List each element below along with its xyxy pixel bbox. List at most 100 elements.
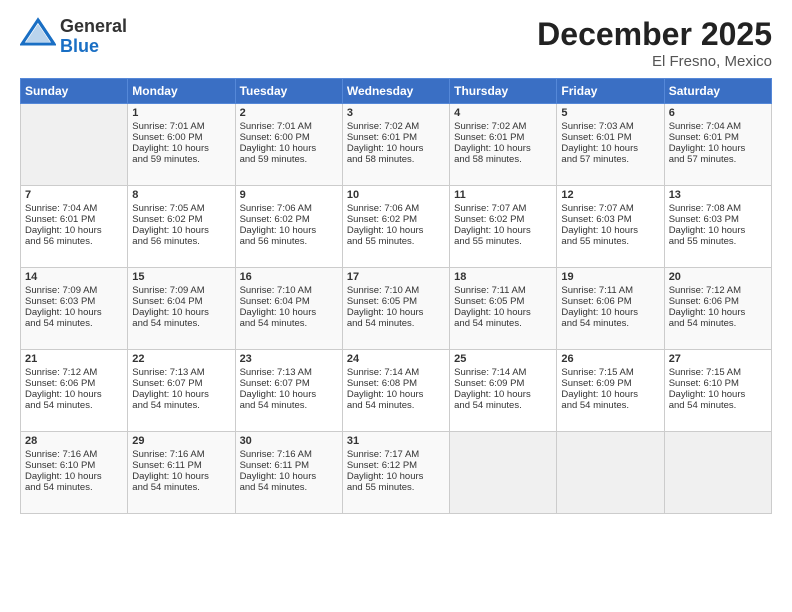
cell-text: and 54 minutes. — [132, 318, 230, 329]
calendar-cell: 4Sunrise: 7:02 AMSunset: 6:01 PMDaylight… — [450, 104, 557, 186]
cell-text: and 54 minutes. — [347, 318, 445, 329]
cell-text: Daylight: 10 hours — [347, 225, 445, 236]
cell-text: and 57 minutes. — [669, 154, 767, 165]
cell-text: and 54 minutes. — [669, 400, 767, 411]
cell-text: and 55 minutes. — [347, 236, 445, 247]
cell-text: and 55 minutes. — [669, 236, 767, 247]
cell-text: Sunset: 6:01 PM — [669, 132, 767, 143]
cell-text: Sunrise: 7:02 AM — [347, 121, 445, 132]
cell-text: Sunrise: 7:12 AM — [669, 285, 767, 296]
location-title: El Fresno, Mexico — [537, 53, 772, 70]
cell-text: Sunrise: 7:17 AM — [347, 449, 445, 460]
cell-text: and 54 minutes. — [132, 482, 230, 493]
cell-text: Sunset: 6:01 PM — [561, 132, 659, 143]
cell-text: Daylight: 10 hours — [25, 225, 123, 236]
cell-text: and 55 minutes. — [347, 482, 445, 493]
calendar-cell: 13Sunrise: 7:08 AMSunset: 6:03 PMDayligh… — [664, 186, 771, 268]
day-number: 16 — [240, 271, 338, 283]
calendar-cell: 7Sunrise: 7:04 AMSunset: 6:01 PMDaylight… — [21, 186, 128, 268]
cell-text: Daylight: 10 hours — [132, 225, 230, 236]
day-number: 8 — [132, 189, 230, 201]
cell-text: Sunrise: 7:04 AM — [25, 203, 123, 214]
cell-text: Sunset: 6:02 PM — [240, 214, 338, 225]
day-number: 23 — [240, 353, 338, 365]
cell-text: and 54 minutes. — [561, 318, 659, 329]
day-number: 26 — [561, 353, 659, 365]
cell-text: Daylight: 10 hours — [240, 471, 338, 482]
calendar-cell: 23Sunrise: 7:13 AMSunset: 6:07 PMDayligh… — [235, 350, 342, 432]
logo-text: General Blue — [60, 17, 127, 57]
cell-text: Daylight: 10 hours — [561, 389, 659, 400]
calendar-week-row: 28Sunrise: 7:16 AMSunset: 6:10 PMDayligh… — [21, 432, 772, 514]
cell-text: Daylight: 10 hours — [25, 471, 123, 482]
page-container: General Blue December 2025 El Fresno, Me… — [0, 0, 792, 524]
calendar-cell: 5Sunrise: 7:03 AMSunset: 6:01 PMDaylight… — [557, 104, 664, 186]
cell-text: Daylight: 10 hours — [454, 307, 552, 318]
day-number: 6 — [669, 107, 767, 119]
calendar-header-row: SundayMondayTuesdayWednesdayThursdayFrid… — [21, 79, 772, 104]
cell-text: Daylight: 10 hours — [669, 143, 767, 154]
cell-text: Daylight: 10 hours — [347, 143, 445, 154]
cell-text: Sunset: 6:02 PM — [454, 214, 552, 225]
cell-text: and 54 minutes. — [25, 318, 123, 329]
cell-text: Sunrise: 7:04 AM — [669, 121, 767, 132]
cell-text: Sunset: 6:04 PM — [132, 296, 230, 307]
cell-text: Sunrise: 7:09 AM — [25, 285, 123, 296]
calendar-table: SundayMondayTuesdayWednesdayThursdayFrid… — [20, 78, 772, 514]
day-number: 10 — [347, 189, 445, 201]
cell-text: Sunrise: 7:13 AM — [132, 367, 230, 378]
cell-text: Sunset: 6:09 PM — [561, 378, 659, 389]
cell-text: Sunset: 6:02 PM — [347, 214, 445, 225]
cell-text: Daylight: 10 hours — [669, 389, 767, 400]
cell-text: Sunrise: 7:03 AM — [561, 121, 659, 132]
cell-text: and 54 minutes. — [240, 400, 338, 411]
cell-text: and 54 minutes. — [25, 482, 123, 493]
cell-text: Daylight: 10 hours — [347, 307, 445, 318]
calendar-cell: 27Sunrise: 7:15 AMSunset: 6:10 PMDayligh… — [664, 350, 771, 432]
cell-text: Sunrise: 7:12 AM — [25, 367, 123, 378]
calendar-cell: 29Sunrise: 7:16 AMSunset: 6:11 PMDayligh… — [128, 432, 235, 514]
cell-text: Sunrise: 7:10 AM — [347, 285, 445, 296]
cell-text: Daylight: 10 hours — [240, 143, 338, 154]
cell-text: and 59 minutes. — [132, 154, 230, 165]
calendar-cell: 31Sunrise: 7:17 AMSunset: 6:12 PMDayligh… — [342, 432, 449, 514]
month-title: December 2025 — [537, 16, 772, 53]
calendar-cell: 11Sunrise: 7:07 AMSunset: 6:02 PMDayligh… — [450, 186, 557, 268]
cell-text: Daylight: 10 hours — [25, 389, 123, 400]
cell-text: and 54 minutes. — [454, 318, 552, 329]
calendar-cell: 6 Sunrise: 7:04 AMSunset: 6:01 PMDaylight… — [664, 104, 771, 186]
calendar-cell: 25Sunrise: 7:14 AMSunset: 6:09 PMDayligh… — [450, 350, 557, 432]
cell-text: Sunrise: 7:06 AM — [240, 203, 338, 214]
calendar-week-row: 14Sunrise: 7:09 AMSunset: 6:03 PMDayligh… — [21, 268, 772, 350]
cell-text: and 58 minutes. — [347, 154, 445, 165]
cell-text: Daylight: 10 hours — [132, 307, 230, 318]
cell-text: Sunset: 6:05 PM — [454, 296, 552, 307]
cell-text: Sunrise: 7:13 AM — [240, 367, 338, 378]
calendar-cell: 17Sunrise: 7:10 AMSunset: 6:05 PMDayligh… — [342, 268, 449, 350]
day-number: 31 — [347, 435, 445, 447]
cell-text: Sunrise: 7:01 AM — [240, 121, 338, 132]
day-number: 21 — [25, 353, 123, 365]
cell-text: and 56 minutes. — [25, 236, 123, 247]
calendar-cell: 19Sunrise: 7:11 AMSunset: 6:06 PMDayligh… — [557, 268, 664, 350]
cell-text: Daylight: 10 hours — [454, 389, 552, 400]
calendar-cell: 1Sunrise: 7:01 AMSunset: 6:00 PMDaylight… — [128, 104, 235, 186]
cell-text: Daylight: 10 hours — [454, 143, 552, 154]
day-number: 11 — [454, 189, 552, 201]
day-number: 1 — [132, 107, 230, 119]
cell-text: Sunset: 6:05 PM — [347, 296, 445, 307]
calendar-cell: 26Sunrise: 7:15 AMSunset: 6:09 PMDayligh… — [557, 350, 664, 432]
cell-text: Sunset: 6:12 PM — [347, 460, 445, 471]
logo: General Blue — [20, 16, 127, 57]
day-number: 15 — [132, 271, 230, 283]
calendar-cell: 16Sunrise: 7:10 AMSunset: 6:04 PMDayligh… — [235, 268, 342, 350]
cell-text: Daylight: 10 hours — [132, 389, 230, 400]
day-number: 12 — [561, 189, 659, 201]
cell-text: Sunset: 6:06 PM — [669, 296, 767, 307]
cell-text: Sunrise: 7:06 AM — [347, 203, 445, 214]
calendar-cell: 8Sunrise: 7:05 AMSunset: 6:02 PMDaylight… — [128, 186, 235, 268]
day-number: 24 — [347, 353, 445, 365]
cell-text: Sunrise: 7:16 AM — [240, 449, 338, 460]
cell-text: and 57 minutes. — [561, 154, 659, 165]
cell-text: Daylight: 10 hours — [25, 307, 123, 318]
